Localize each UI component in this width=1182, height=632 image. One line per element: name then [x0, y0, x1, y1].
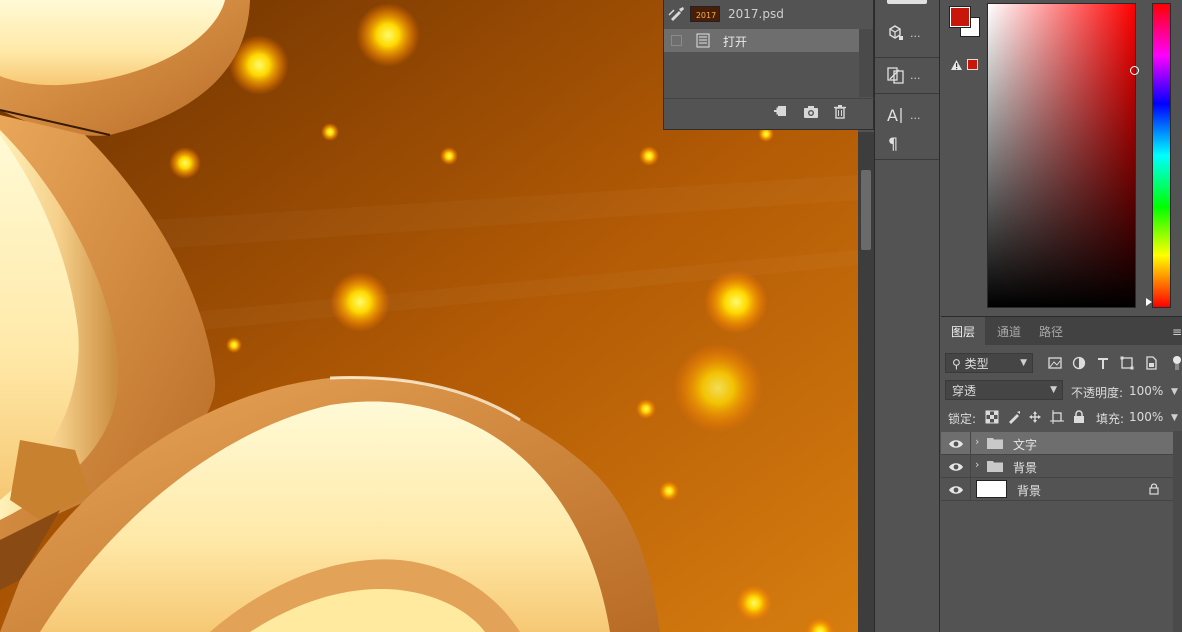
fill-input[interactable]: 100% — [1129, 410, 1163, 424]
strip-dots: ... — [910, 108, 921, 122]
row-divider — [970, 455, 971, 478]
tab-paths[interactable]: 路径 — [1029, 317, 1073, 345]
lock-image-pixels-brush-icon[interactable] — [1007, 410, 1021, 424]
tab-channels[interactable]: 通道 — [987, 317, 1031, 345]
eye-visibility-icon[interactable] — [948, 461, 964, 473]
filter-pixel-icon[interactable] — [1047, 355, 1063, 371]
strip-dots: ... — [910, 68, 921, 82]
paragraph-panel-button[interactable]: ¶ — [885, 130, 925, 156]
history-step-open[interactable]: 打开 — [664, 29, 859, 52]
folder-icon — [987, 461, 1003, 472]
panel-menu-icon[interactable]: ≡ — [1172, 325, 1182, 339]
strip-group-1: ... — [875, 8, 939, 58]
svg-text:¶: ¶ — [888, 134, 898, 153]
clone-source-icon — [887, 67, 904, 84]
layers-tabbar: 图层 通道 路径 ≡ — [941, 317, 1182, 345]
opacity-label: 不透明度: — [1071, 386, 1124, 400]
filter-kind-label: 类型 — [964, 357, 989, 371]
blend-mode-dropdown[interactable]: 穿透 ▼ — [945, 380, 1063, 400]
history-footer — [664, 98, 874, 124]
search-icon: ⚲ — [952, 357, 961, 371]
eye-visibility-icon[interactable] — [948, 484, 964, 496]
lock-all-icon[interactable] — [1072, 410, 1086, 424]
character-panel-button[interactable]: A ... — [885, 102, 925, 128]
folder-icon — [987, 438, 1003, 449]
lock-position-move-icon[interactable] — [1028, 410, 1042, 424]
delete-state-trash-icon[interactable] — [832, 104, 848, 120]
clone-source-panel-button[interactable]: ... — [885, 62, 925, 88]
layer-name[interactable]: 背景 — [1017, 482, 1041, 499]
chevron-right-icon[interactable]: › — [975, 435, 979, 448]
filter-toggle-icon[interactable] — [1169, 355, 1182, 371]
filter-adjustment-icon[interactable] — [1071, 355, 1087, 371]
fill-label: 填充: — [1096, 412, 1125, 426]
strip-top-tab[interactable] — [887, 0, 927, 4]
out-of-gamut-warning-icon[interactable] — [950, 59, 963, 71]
lock-icon[interactable] — [1148, 483, 1160, 495]
history-brush-icon[interactable] — [668, 6, 686, 22]
new-snapshot-camera-icon[interactable] — [803, 104, 819, 120]
svg-text:A: A — [887, 106, 898, 125]
character-icon: A — [887, 106, 902, 125]
layer-filter-kind-dropdown[interactable]: ⚲ 类型 ▼ — [945, 353, 1033, 373]
lock-transparent-pixels-icon[interactable] — [985, 410, 999, 424]
layer-thumbnail — [976, 480, 1007, 498]
filter-type-icon[interactable] — [1095, 355, 1111, 371]
strip-group-3: A ... ¶ — [875, 94, 939, 160]
collapsed-panels-strip: ... ... A ... ¶ — [874, 0, 940, 632]
new-document-from-state-icon[interactable] — [772, 104, 788, 120]
row-divider — [970, 478, 971, 501]
layer-name[interactable]: 文字 — [1013, 436, 1037, 453]
layer-row[interactable]: 背景 — [941, 478, 1173, 501]
tab-layers[interactable]: 图层 — [941, 317, 986, 345]
layer-row[interactable]: › 文字 — [941, 432, 1173, 455]
history-scrollbar[interactable] — [859, 29, 873, 97]
layer-row[interactable]: › 背景 — [941, 455, 1173, 478]
chevron-down-icon: ▼ — [1050, 385, 1057, 395]
chevron-down-icon: ▼ — [1020, 358, 1027, 368]
strip-dots: ... — [910, 26, 921, 40]
filter-shape-icon[interactable] — [1119, 355, 1135, 371]
hue-slider[interactable] — [1152, 3, 1171, 308]
blend-mode-value: 穿透 — [952, 384, 977, 398]
scrollbar-thumb[interactable] — [861, 170, 871, 250]
filter-smart-object-icon[interactable] — [1143, 355, 1159, 371]
layers-scrollbar[interactable] — [1173, 431, 1182, 632]
cube-icon — [889, 25, 903, 40]
eye-visibility-icon[interactable] — [948, 438, 964, 450]
color-picker-circle[interactable] — [1130, 66, 1139, 75]
strip-group-2: ... — [875, 58, 939, 94]
history-snapshot[interactable]: 2017 2017.psd — [664, 0, 874, 28]
3d-panel-button[interactable]: ... — [885, 20, 925, 46]
history-step-label: 打开 — [723, 35, 748, 49]
foreground-color-swatch[interactable] — [950, 7, 970, 27]
history-source-checkbox[interactable] — [671, 35, 682, 46]
layer-name[interactable]: 背景 — [1013, 459, 1037, 476]
history-panel: 2017 2017.psd 打开 — [663, 0, 874, 130]
layers-panel: 图层 通道 路径 ≡ ⚲ 类型 ▼ 穿透 ▼ 不透明度: 100% ▼ 锁定: … — [941, 316, 1182, 632]
prevent-auto-nesting-artboard-icon[interactable] — [1050, 410, 1064, 424]
snapshot-thumbnail: 2017 — [690, 6, 720, 22]
gamut-color-swatch[interactable] — [967, 59, 978, 70]
chevron-right-icon[interactable]: › — [975, 458, 979, 471]
paragraph-icon: ¶ — [888, 134, 898, 153]
row-divider — [970, 432, 971, 455]
svg-text:2017: 2017 — [696, 11, 716, 20]
opacity-input[interactable]: 100% — [1129, 384, 1163, 398]
canvas-vertical-scrollbar[interactable] — [858, 132, 874, 632]
color-saturation-field[interactable] — [987, 3, 1139, 308]
opacity-chevron-icon[interactable]: ▼ — [1171, 387, 1178, 397]
snapshot-name: 2017.psd — [728, 7, 784, 21]
document-icon — [696, 33, 710, 48]
lock-label: 锁定: — [948, 412, 977, 426]
color-panel — [941, 0, 1182, 316]
fill-chevron-icon[interactable]: ▼ — [1171, 413, 1178, 423]
